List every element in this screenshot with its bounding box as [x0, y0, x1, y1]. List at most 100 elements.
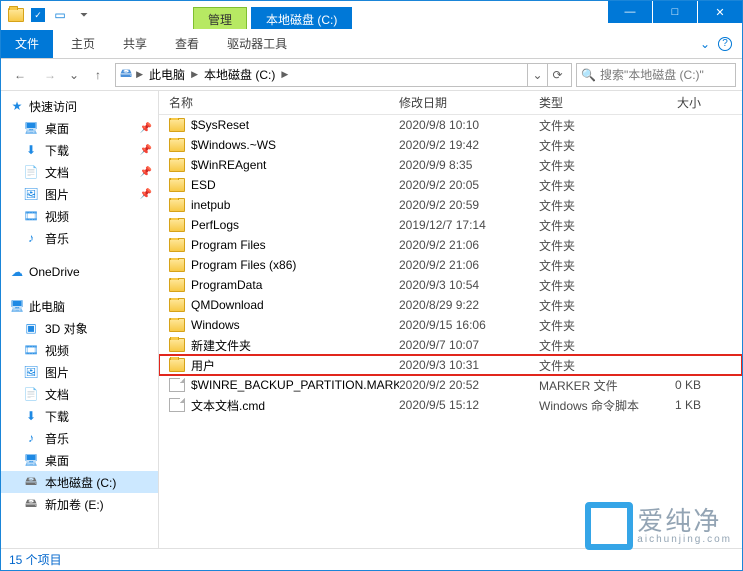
- maximize-button[interactable]: □: [653, 1, 697, 23]
- file-row[interactable]: $WinREAgent 2020/9/9 8:35文件夹: [159, 155, 742, 175]
- file-name: $WinREAgent: [191, 158, 266, 172]
- close-button[interactable]: ✕: [698, 1, 742, 23]
- file-name: inetpub: [191, 198, 230, 212]
- file-row[interactable]: Windows2020/9/15 16:06文件夹: [159, 315, 742, 335]
- nav-item-documents[interactable]: 📄文档📌: [1, 161, 158, 183]
- drive-icon: 🖴: [23, 474, 39, 490]
- recent-locations-button[interactable]: ⌄: [67, 62, 81, 88]
- crumb-sep-icon[interactable]: ▶: [281, 69, 288, 80]
- column-header-name[interactable]: 名称: [159, 94, 399, 111]
- ribbon-tab-home[interactable]: 主页: [57, 29, 109, 58]
- cube-icon: ▣: [23, 320, 39, 336]
- back-button[interactable]: ←: [7, 62, 33, 88]
- address-bar[interactable]: 🖴 ▶ 此电脑 ▶ 本地磁盘 (C:) ▶ ⌄ ⟳: [115, 63, 572, 87]
- nav-label: OneDrive: [29, 265, 80, 279]
- file-name: Program Files (x86): [191, 258, 296, 272]
- file-row[interactable]: 文本文档.cmd2020/9/5 15:12Windows 命令脚本1 KB: [159, 395, 742, 415]
- picture-icon: 🖼: [23, 364, 39, 380]
- file-size: 0 KB: [651, 378, 711, 392]
- ribbon-expand-icon[interactable]: ⌄: [700, 37, 710, 51]
- file-icon: [169, 398, 185, 412]
- file-type: Windows 命令脚本: [539, 397, 651, 414]
- file-date: 2020/9/3 10:31: [399, 358, 539, 372]
- refresh-button[interactable]: ⟳: [547, 64, 567, 86]
- file-type: 文件夹: [539, 217, 651, 234]
- file-row[interactable]: QMDownload2020/8/29 9:22文件夹: [159, 295, 742, 315]
- search-box[interactable]: 🔍 搜索"本地磁盘 (C:)": [576, 63, 736, 87]
- file-row[interactable]: ESD2020/9/2 20:05文件夹: [159, 175, 742, 195]
- file-type: MARKER 文件: [539, 377, 651, 394]
- file-row[interactable]: 用户2020/9/3 10:31文件夹: [159, 355, 742, 375]
- nav-item-downloads[interactable]: ⬇下载: [1, 405, 158, 427]
- pin-icon: 📌: [140, 189, 152, 200]
- qat-item-icon[interactable]: ✓: [31, 8, 45, 22]
- ribbon-tab-drive[interactable]: 驱动器工具: [213, 29, 301, 58]
- nav-item-3d[interactable]: ▣3D 对象: [1, 317, 158, 339]
- file-date: 2020/9/8 10:10: [399, 118, 539, 132]
- qat-overflow-icon[interactable]: ⏷: [75, 6, 93, 24]
- address-dropdown-button[interactable]: ⌄: [527, 64, 547, 86]
- file-row[interactable]: 新建文件夹2020/9/7 10:07文件夹: [159, 335, 742, 355]
- nav-item-drive-e[interactable]: 🖴新加卷 (E:): [1, 493, 158, 515]
- file-row[interactable]: $Windows.~WS2020/9/2 19:42文件夹: [159, 135, 742, 155]
- minimize-button[interactable]: —: [608, 1, 652, 23]
- nav-item-drive-c[interactable]: 🖴本地磁盘 (C:): [1, 471, 158, 493]
- window-controls: — □ ✕: [607, 1, 742, 29]
- file-date: 2020/9/7 10:07: [399, 338, 539, 352]
- file-type: 文件夹: [539, 297, 651, 314]
- file-row[interactable]: PerfLogs2019/12/7 17:14文件夹: [159, 215, 742, 235]
- file-row[interactable]: Program Files (x86)2020/9/2 21:06文件夹: [159, 255, 742, 275]
- cloud-icon: ☁: [9, 264, 25, 280]
- file-row[interactable]: inetpub2020/9/2 20:59文件夹: [159, 195, 742, 215]
- file-row[interactable]: $SysReset2020/9/8 10:10文件夹: [159, 115, 742, 135]
- nav-item-music[interactable]: ♪音乐: [1, 427, 158, 449]
- file-date: 2020/8/29 9:22: [399, 298, 539, 312]
- nav-item-pictures[interactable]: 🖼图片: [1, 361, 158, 383]
- nav-label: 下载: [45, 142, 69, 159]
- file-date: 2020/9/15 16:06: [399, 318, 539, 332]
- nav-item-desktop[interactable]: 🖥桌面📌: [1, 117, 158, 139]
- forward-button[interactable]: →: [37, 62, 63, 88]
- file-type: 文件夹: [539, 137, 651, 154]
- crumb-sep-icon[interactable]: ▶: [191, 69, 198, 80]
- ribbon-tab-view[interactable]: 查看: [161, 29, 213, 58]
- video-icon: 🎞: [23, 208, 39, 224]
- nav-label: 下载: [45, 408, 69, 425]
- desktop-icon: 🖥: [23, 452, 39, 468]
- nav-label: 新加卷 (E:): [45, 496, 104, 513]
- nav-quick-access[interactable]: ★ 快速访问: [1, 95, 158, 117]
- search-icon: 🔍: [581, 68, 596, 82]
- breadcrumb[interactable]: 本地磁盘 (C:): [202, 66, 277, 83]
- file-row[interactable]: Program Files2020/9/2 21:06文件夹: [159, 235, 742, 255]
- nav-onedrive[interactable]: ☁ OneDrive: [1, 261, 158, 283]
- titlebar: ✓ ▭ ⏷ 管理 本地磁盘 (C:) — □ ✕: [1, 1, 742, 29]
- nav-item-videos[interactable]: 🎞视频: [1, 205, 158, 227]
- help-icon[interactable]: ?: [718, 37, 732, 51]
- column-header-size[interactable]: 大小: [651, 94, 711, 111]
- nav-item-music[interactable]: ♪音乐: [1, 227, 158, 249]
- file-row[interactable]: $WINRE_BACKUP_PARTITION.MARKER2020/9/2 2…: [159, 375, 742, 395]
- nav-item-documents[interactable]: 📄文档: [1, 383, 158, 405]
- ribbon-tab-share[interactable]: 共享: [109, 29, 161, 58]
- crumb-sep-icon[interactable]: ▶: [136, 69, 143, 80]
- file-type: 文件夹: [539, 157, 651, 174]
- file-date: 2020/9/9 8:35: [399, 158, 539, 172]
- column-header-type[interactable]: 类型: [539, 94, 651, 111]
- download-icon: ⬇: [23, 142, 39, 158]
- navigation-pane[interactable]: ★ 快速访问 🖥桌面📌 ⬇下载📌 📄文档📌 🖼图片📌 🎞视频 ♪音乐 ☁ One…: [1, 91, 159, 548]
- nav-item-desktop[interactable]: 🖥桌面: [1, 449, 158, 471]
- nav-this-pc[interactable]: 🖥 此电脑: [1, 295, 158, 317]
- nav-item-downloads[interactable]: ⬇下载📌: [1, 139, 158, 161]
- file-list[interactable]: $SysReset2020/9/8 10:10文件夹$Windows.~WS20…: [159, 115, 742, 548]
- up-button[interactable]: ↑: [85, 62, 111, 88]
- nav-item-videos[interactable]: 🎞视频: [1, 339, 158, 361]
- file-menu-button[interactable]: 文件: [1, 30, 53, 58]
- file-row[interactable]: ProgramData2020/9/3 10:54文件夹: [159, 275, 742, 295]
- contextual-tab-manage[interactable]: 管理: [193, 7, 247, 29]
- breadcrumb[interactable]: 此电脑: [147, 66, 187, 83]
- file-name: ESD: [191, 178, 216, 192]
- column-header-date[interactable]: 修改日期: [399, 94, 539, 111]
- qat-item-icon[interactable]: ▭: [51, 6, 69, 24]
- file-date: 2020/9/2 20:05: [399, 178, 539, 192]
- nav-item-pictures[interactable]: 🖼图片📌: [1, 183, 158, 205]
